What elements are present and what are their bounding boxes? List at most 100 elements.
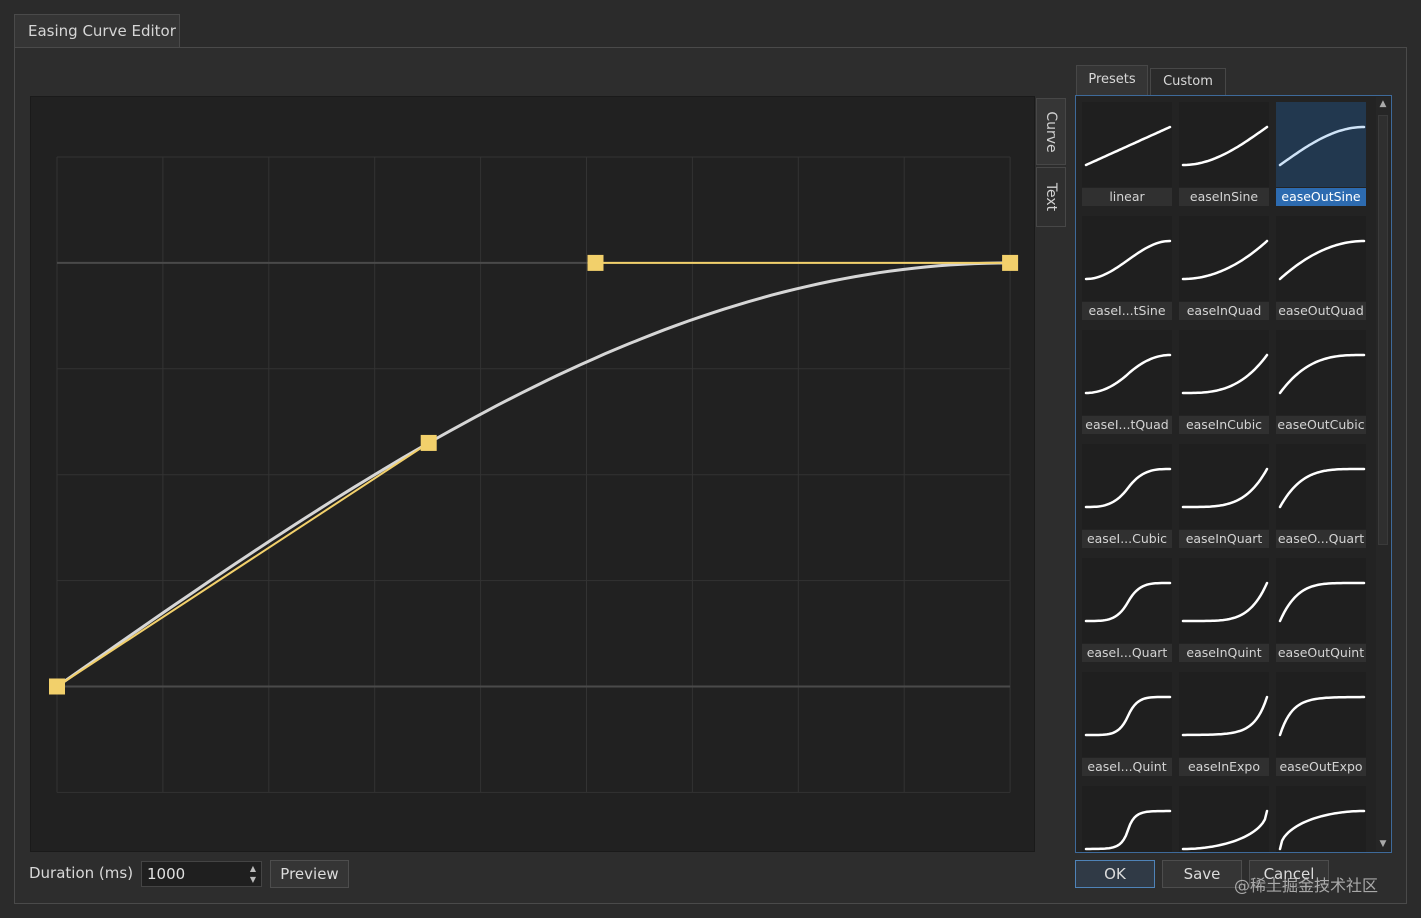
easeInQuad-curve-icon <box>1181 239 1269 281</box>
preset-thumbnail <box>1276 102 1366 187</box>
preset-thumbnail <box>1179 672 1269 757</box>
preset-thumbnail <box>1276 330 1366 415</box>
preset-easeOutCubic[interactable]: easeOutCubic <box>1276 330 1366 434</box>
easeOutQuad-curve-icon <box>1278 239 1366 281</box>
preset-easeOutCirc[interactable] <box>1276 786 1366 852</box>
tab-easing-curve-editor[interactable]: Easing Curve Editor <box>14 14 180 47</box>
preset-label: easeOutQuint <box>1276 644 1366 662</box>
control-point-1-handle[interactable] <box>420 434 437 451</box>
curve-canvas[interactable] <box>30 96 1035 852</box>
preset-easeInQuart[interactable]: easeInQuart <box>1179 444 1269 548</box>
spin-up-arrow-icon[interactable]: ▲ <box>246 863 260 874</box>
preset-thumbnail <box>1082 330 1172 415</box>
tab-curve[interactable]: Curve <box>1036 98 1066 165</box>
preset-thumbnail <box>1179 558 1269 643</box>
preset-easeInOutSine[interactable]: easeI...tSine <box>1082 216 1172 320</box>
preset-label: easeO...Quart <box>1276 530 1366 548</box>
preset-thumbnail <box>1179 102 1269 187</box>
easeOutCirc-curve-icon <box>1278 809 1366 851</box>
preset-easeOutSine[interactable]: easeOutSine <box>1276 102 1366 206</box>
handle-line-start <box>56 442 430 688</box>
preset-easeOutQuad[interactable]: easeOutQuad <box>1276 216 1366 320</box>
preset-thumbnail <box>1276 444 1366 529</box>
spin-down-arrow-icon[interactable]: ▼ <box>246 874 260 885</box>
preset-thumbnail <box>1082 786 1172 852</box>
preset-linear[interactable]: linear <box>1082 102 1172 206</box>
easeInOutQuad-curve-icon <box>1084 353 1172 395</box>
easeInOutSine-curve-icon <box>1084 239 1172 281</box>
easeInSine-curve-icon <box>1181 125 1269 167</box>
duration-label: Duration (ms) <box>29 864 134 882</box>
easeInOutQuart-curve-icon <box>1084 581 1172 623</box>
preset-label: easeOutCubic <box>1276 416 1366 434</box>
preset-label: easeI...tQuad <box>1082 416 1172 434</box>
preset-easeInExpo[interactable]: easeInExpo <box>1179 672 1269 776</box>
preset-thumbnail <box>1082 216 1172 301</box>
scroll-up-arrow-icon[interactable]: ▲ <box>1376 97 1390 111</box>
preset-label: linear <box>1082 188 1172 206</box>
preset-easeInSine[interactable]: easeInSine <box>1179 102 1269 206</box>
curve-plot[interactable] <box>31 97 1036 853</box>
preset-thumbnail <box>1276 672 1366 757</box>
preset-easeInOutExpo[interactable] <box>1082 786 1172 852</box>
preset-thumbnail <box>1082 102 1172 187</box>
preset-easeInQuad[interactable]: easeInQuad <box>1179 216 1269 320</box>
preset-easeOutQuart[interactable]: easeO...Quart <box>1276 444 1366 548</box>
scrollbar-thumb[interactable] <box>1378 115 1388 545</box>
preset-easeInOutQuint[interactable]: easeI...Quint <box>1082 672 1172 776</box>
preset-thumbnail <box>1082 444 1172 529</box>
easeInQuint-curve-icon <box>1181 581 1269 623</box>
easeInQuart-curve-icon <box>1181 467 1269 509</box>
presets-list[interactable]: linear easeInSine easeOutSine easeI...tSine… <box>1075 95 1392 853</box>
tab-custom[interactable]: Custom <box>1150 68 1226 95</box>
preset-label: easeOutSine <box>1276 188 1366 206</box>
linear-curve-icon <box>1084 125 1172 167</box>
preset-label: easeI...tSine <box>1082 302 1172 320</box>
easeOutCubic-curve-icon <box>1278 353 1366 395</box>
save-button[interactable]: Save <box>1162 860 1242 888</box>
easeInOutCubic-curve-icon <box>1084 467 1172 509</box>
preset-easeInQuint[interactable]: easeInQuint <box>1179 558 1269 662</box>
duration-spinbox[interactable]: ▲ ▼ <box>141 861 262 887</box>
ok-button[interactable]: OK <box>1075 860 1155 888</box>
easeOutQuart-curve-icon <box>1278 467 1366 509</box>
preset-label: easeInSine <box>1179 188 1269 206</box>
preset-label: easeOutQuad <box>1276 302 1366 320</box>
preset-easeInCirc[interactable] <box>1179 786 1269 852</box>
preset-thumbnail <box>1179 444 1269 529</box>
preset-thumbnail <box>1179 786 1269 852</box>
preset-label: easeI...Cubic <box>1082 530 1172 548</box>
preset-label: easeInExpo <box>1179 758 1269 776</box>
duration-input[interactable] <box>142 862 247 886</box>
preset-easeOutExpo[interactable]: easeOutExpo <box>1276 672 1366 776</box>
preset-easeOutQuint[interactable]: easeOutQuint <box>1276 558 1366 662</box>
easeOutSine-curve-icon <box>1278 125 1366 167</box>
easeInCubic-curve-icon <box>1181 353 1269 395</box>
preset-easeInCubic[interactable]: easeInCubic <box>1179 330 1269 434</box>
presets-scrollbar[interactable]: ▲ ▼ <box>1376 97 1390 851</box>
preset-thumbnail <box>1276 558 1366 643</box>
preset-label: easeInCubic <box>1179 416 1269 434</box>
preset-label: easeI...Quart <box>1082 644 1172 662</box>
tab-presets[interactable]: Presets <box>1076 65 1148 95</box>
preset-thumbnail <box>1179 216 1269 301</box>
preset-easeInOutQuart[interactable]: easeI...Quart <box>1082 558 1172 662</box>
presets-grid: linear easeInSine easeOutSine easeI...tSine… <box>1082 102 1370 852</box>
start-point-handle[interactable] <box>49 678 65 695</box>
easeInOutExpo-curve-icon <box>1084 809 1172 851</box>
preset-label: easeInQuart <box>1179 530 1269 548</box>
preset-easeInOutQuad[interactable]: easeI...tQuad <box>1082 330 1172 434</box>
tab-text[interactable]: Text <box>1036 167 1066 227</box>
preview-button[interactable]: Preview <box>270 860 349 888</box>
scroll-down-arrow-icon[interactable]: ▼ <box>1376 837 1390 851</box>
watermark: @稀土掘金技术社区 <box>1234 876 1379 895</box>
control-point-2-handle[interactable] <box>587 254 604 271</box>
end-point-handle[interactable] <box>1002 254 1019 271</box>
preset-thumbnail <box>1082 672 1172 757</box>
preset-easeInOutCubic[interactable]: easeI...Cubic <box>1082 444 1172 548</box>
preset-label: easeOutExpo <box>1276 758 1366 776</box>
preset-thumbnail <box>1082 558 1172 643</box>
preset-label: easeI...Quint <box>1082 758 1172 776</box>
preset-label: easeInQuad <box>1179 302 1269 320</box>
tab-curve-label: Curve <box>1043 110 1059 153</box>
